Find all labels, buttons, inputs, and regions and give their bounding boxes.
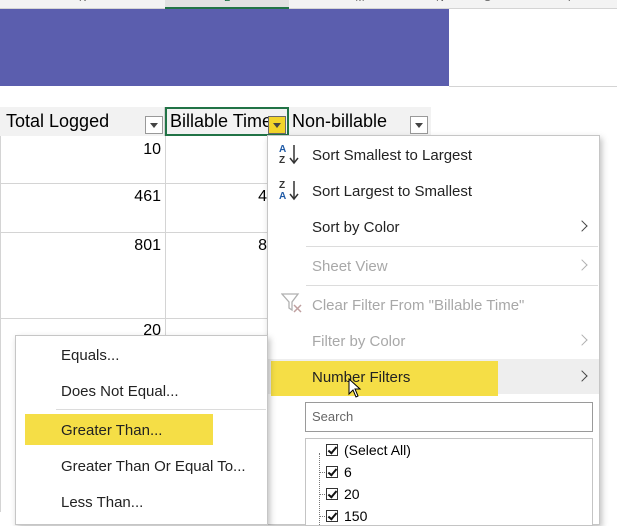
menu-item-sort-by-color[interactable]: Sort by Color bbox=[312, 219, 400, 236]
filter-dropdown-non-billable[interactable] bbox=[410, 116, 428, 134]
grid-line bbox=[449, 86, 617, 87]
cell-billable-time[interactable]: 8 bbox=[165, 237, 267, 255]
menu-item-sort-smallest[interactable]: Sort Smallest to Largest bbox=[312, 147, 472, 164]
grid-line bbox=[0, 318, 270, 319]
submenu-item-less-than[interactable]: Less Than... bbox=[61, 494, 143, 511]
submenu-item-equals[interactable]: Equals... bbox=[61, 347, 119, 364]
checkbox-label: 6 bbox=[344, 464, 352, 480]
menu-separator bbox=[306, 246, 598, 247]
column-header-o[interactable]: O bbox=[449, 0, 526, 9]
cell-total-logged[interactable]: 10 bbox=[0, 141, 161, 159]
header-total-logged[interactable]: Total Logged bbox=[0, 107, 165, 136]
cell-total-logged[interactable]: 461 bbox=[0, 188, 161, 206]
submenu-item-greater-than[interactable]: Greater Than... bbox=[61, 422, 162, 439]
column-header-p[interactable]: P bbox=[526, 0, 617, 9]
cell-total-logged[interactable]: 801 bbox=[0, 237, 161, 255]
filter-menu: A Z Sort Smallest to Largest Z A Sort La… bbox=[267, 135, 600, 526]
menu-separator bbox=[306, 285, 598, 286]
checkbox-label: (Select All) bbox=[344, 442, 411, 458]
filter-dropdown-total-logged[interactable] bbox=[145, 116, 163, 134]
menu-item-filter-by-color[interactable]: Filter by Color bbox=[312, 333, 405, 350]
filter-dropdown-billable-time[interactable] bbox=[268, 116, 286, 134]
search-input[interactable]: Search bbox=[305, 402, 593, 432]
menu-separator bbox=[56, 409, 266, 410]
sort-za-icon: Z A bbox=[279, 180, 299, 201]
chevron-right-icon bbox=[576, 220, 588, 232]
submenu-item-not-equal[interactable]: Does Not Equal... bbox=[61, 383, 179, 400]
grid-line bbox=[0, 183, 270, 184]
submenu-item-greater-or-equal[interactable]: Greater Than Or Equal To... bbox=[61, 458, 246, 475]
filter-values-list: (Select All) 6 20 150 bbox=[305, 438, 593, 526]
column-header-m[interactable]: M bbox=[289, 0, 431, 9]
cell-billable-time[interactable]: 4 bbox=[165, 188, 267, 206]
number-filters-submenu: Equals... Does Not Equal... Greater Than… bbox=[15, 335, 268, 525]
grid-line bbox=[0, 232, 270, 233]
column-header-l[interactable]: L bbox=[165, 0, 289, 9]
menu-item-sheet-view[interactable]: Sheet View bbox=[312, 258, 388, 275]
svg-text:Z: Z bbox=[279, 180, 285, 191]
chevron-right-icon bbox=[576, 334, 588, 346]
grid-line bbox=[165, 136, 166, 336]
column-header-n[interactable]: N bbox=[431, 0, 449, 9]
title-banner bbox=[0, 9, 449, 86]
svg-text:A: A bbox=[279, 144, 286, 155]
chevron-right-icon bbox=[576, 259, 588, 271]
checkbox-label: 20 bbox=[344, 486, 360, 502]
menu-item-clear-filter[interactable]: Clear Filter From "Billable Time" bbox=[312, 297, 524, 314]
sort-az-icon: A Z bbox=[279, 144, 299, 165]
mouse-cursor-icon bbox=[348, 378, 362, 398]
checkbox-value[interactable] bbox=[326, 488, 338, 500]
checkbox-label: 150 bbox=[344, 508, 368, 524]
svg-text:Z: Z bbox=[279, 155, 285, 165]
checkbox-select-all[interactable] bbox=[326, 444, 338, 456]
column-header-k[interactable]: K bbox=[0, 0, 165, 9]
checkbox-value[interactable] bbox=[326, 466, 338, 478]
clear-filter-icon bbox=[281, 293, 302, 313]
svg-text:A: A bbox=[279, 191, 286, 201]
menu-item-sort-largest[interactable]: Sort Largest to Smallest bbox=[312, 183, 472, 200]
